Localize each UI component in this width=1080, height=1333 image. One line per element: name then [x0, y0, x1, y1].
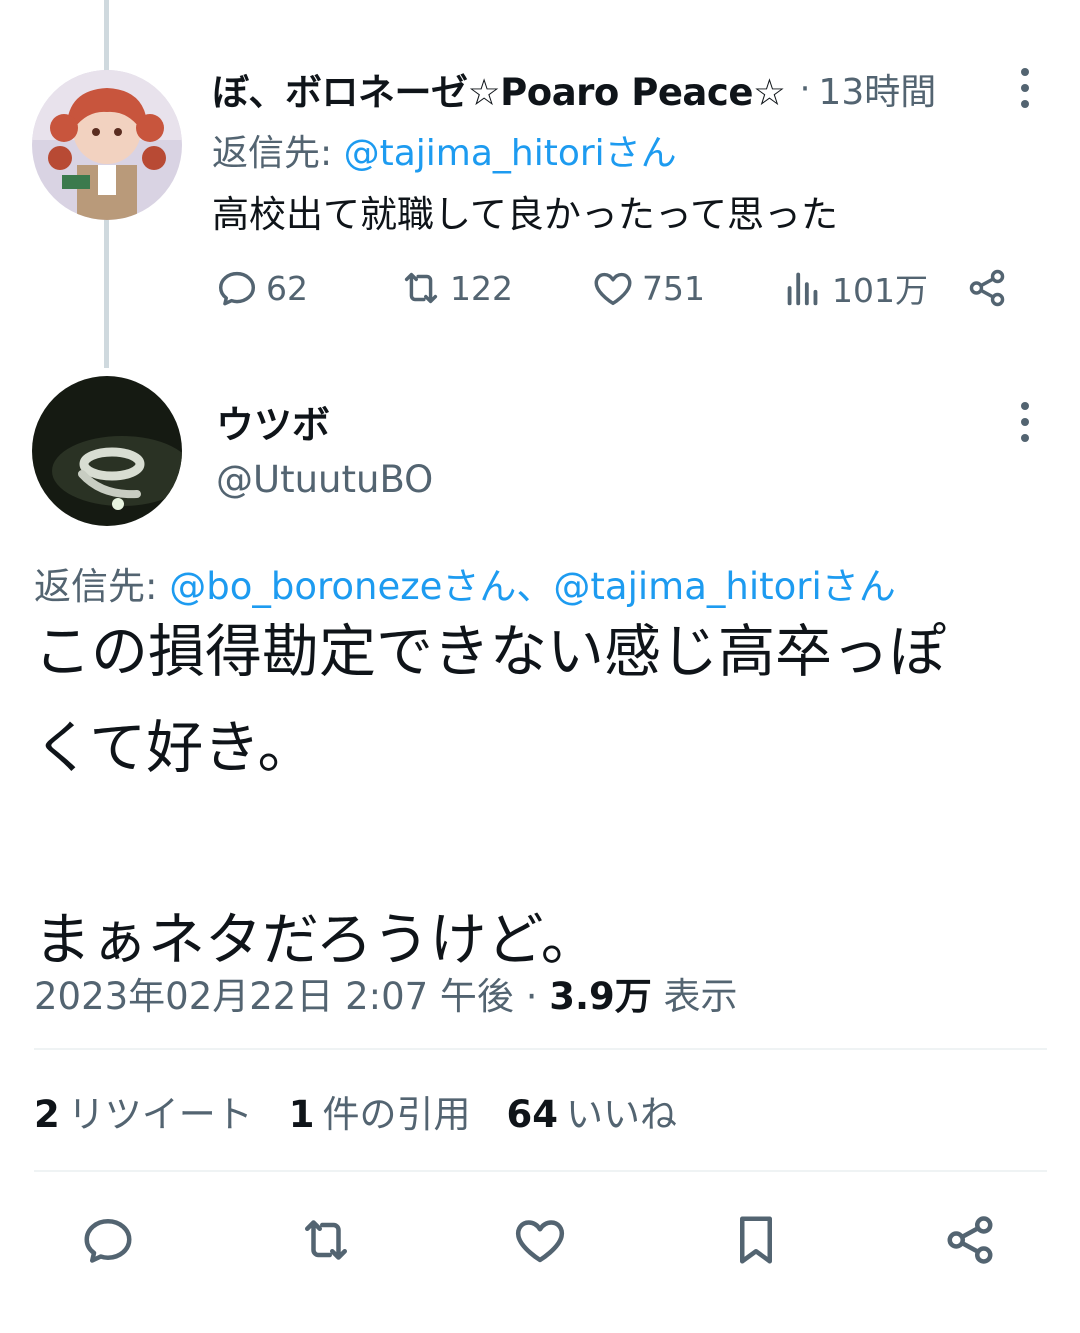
parent-retweet-count: 122 — [450, 268, 513, 308]
parent-header: ぼ、ボロネーゼ☆Poaro Peace☆ · 13時間 — [212, 62, 936, 116]
parent-retweet-button[interactable]: 122 — [398, 262, 513, 314]
quote-stat-count: 1 — [288, 1093, 315, 1136]
reply-reply-to: 返信先: @bo_boronezeさん、@tajima_hitoriさん — [34, 556, 896, 610]
reply-to-prefix: 返信先: — [34, 565, 170, 608]
like-stat-label: いいね — [566, 1093, 677, 1136]
parent-share-button[interactable] — [964, 262, 1016, 314]
quote-stat-label: 件の引用 — [322, 1093, 471, 1136]
reply-handle[interactable]: @UtuutuBO — [216, 458, 433, 501]
retweet-stat[interactable]: 2 リツイート — [34, 1084, 253, 1138]
reply-tweet-body: この損得勘定できない感じ高卒っぽ くて好き。 まぁネタだろうけど。 — [34, 604, 1044, 988]
share-icon — [969, 269, 1005, 307]
parent-like-count: 751 — [642, 268, 705, 308]
parent-action-bar: 62 122 751 101万 — [212, 262, 1012, 314]
reply-to-suffix: さん — [604, 133, 677, 174]
reply-display-name[interactable]: ウツボ — [216, 394, 330, 449]
parent-reply-button[interactable]: 62 — [214, 262, 308, 314]
parent-display-name[interactable]: ぼ、ボロネーゼ☆Poaro Peace☆ — [212, 62, 786, 116]
retweet-stat-label: リツイート — [67, 1093, 253, 1136]
view-label: 表示 — [651, 975, 738, 1018]
meta-separator: · — [513, 975, 550, 1018]
retweet-icon — [305, 1220, 347, 1260]
parent-avatar[interactable] — [32, 70, 182, 220]
parent-reply-count: 62 — [266, 268, 308, 308]
parent-tweet-text: 高校出て就職して良かったって思った — [212, 193, 839, 236]
reply-icon — [84, 1219, 132, 1263]
body-line: この損得勘定できない感じ高卒っぽ — [34, 619, 946, 685]
reply-icon — [218, 271, 256, 306]
parent-reply-to: 返信先: @tajima_hitoriさん — [212, 124, 677, 176]
parent-views-button[interactable]: 101万 — [780, 262, 928, 314]
view-count: 3.9万 — [549, 975, 652, 1018]
reply-to-suffix: さん — [821, 565, 896, 608]
reply-to-handle-2-link[interactable]: @tajima_hitori — [553, 565, 821, 608]
views-icon — [787, 272, 818, 306]
reply-to-handle-1-link[interactable]: @bo_boroneze — [169, 565, 442, 608]
share-icon — [947, 1216, 993, 1264]
retweet-icon — [404, 272, 438, 304]
divider — [34, 1170, 1047, 1172]
retweet-button[interactable] — [296, 1210, 356, 1270]
body-line — [34, 796, 1044, 892]
reply-avatar[interactable] — [32, 376, 182, 526]
parent-view-count: 101万 — [832, 271, 928, 310]
like-icon — [515, 1220, 565, 1263]
like-stat-count: 64 — [506, 1093, 559, 1136]
bookmark-button[interactable] — [726, 1210, 786, 1270]
engagement-stats: 2 リツイート 1 件の引用 64 いいね — [34, 1084, 713, 1138]
more-vertical-icon[interactable] — [1018, 402, 1032, 442]
like-icon — [594, 272, 632, 306]
like-button[interactable] — [510, 1210, 570, 1270]
reply-to-handle-link[interactable]: @tajima_hitori — [344, 133, 605, 174]
body-line: くて好き。 — [34, 715, 315, 781]
reply-to-join: さん、 — [442, 565, 554, 608]
more-vertical-icon[interactable] — [1018, 68, 1032, 108]
tweet-meta: 2023年02月22日 2:07 午後 · 3.9万 表示 — [34, 966, 738, 1020]
parent-like-button[interactable]: 751 — [590, 262, 705, 314]
divider — [34, 1048, 1047, 1050]
reply-button[interactable] — [78, 1210, 138, 1270]
tweet-timestamp[interactable]: 2023年02月22日 2:07 午後 — [34, 975, 514, 1018]
reply-action-bar — [0, 1200, 1080, 1280]
parent-timestamp[interactable]: 13時間 — [818, 63, 936, 115]
reply-to-prefix: 返信先: — [212, 133, 344, 174]
like-stat[interactable]: 64 いいね — [507, 1084, 678, 1138]
share-button[interactable] — [940, 1210, 1000, 1270]
retweet-stat-count: 2 — [34, 1093, 60, 1136]
bookmark-icon — [740, 1216, 772, 1264]
header-separator: · — [799, 69, 811, 109]
quote-stat[interactable]: 1 件の引用 — [289, 1084, 471, 1138]
